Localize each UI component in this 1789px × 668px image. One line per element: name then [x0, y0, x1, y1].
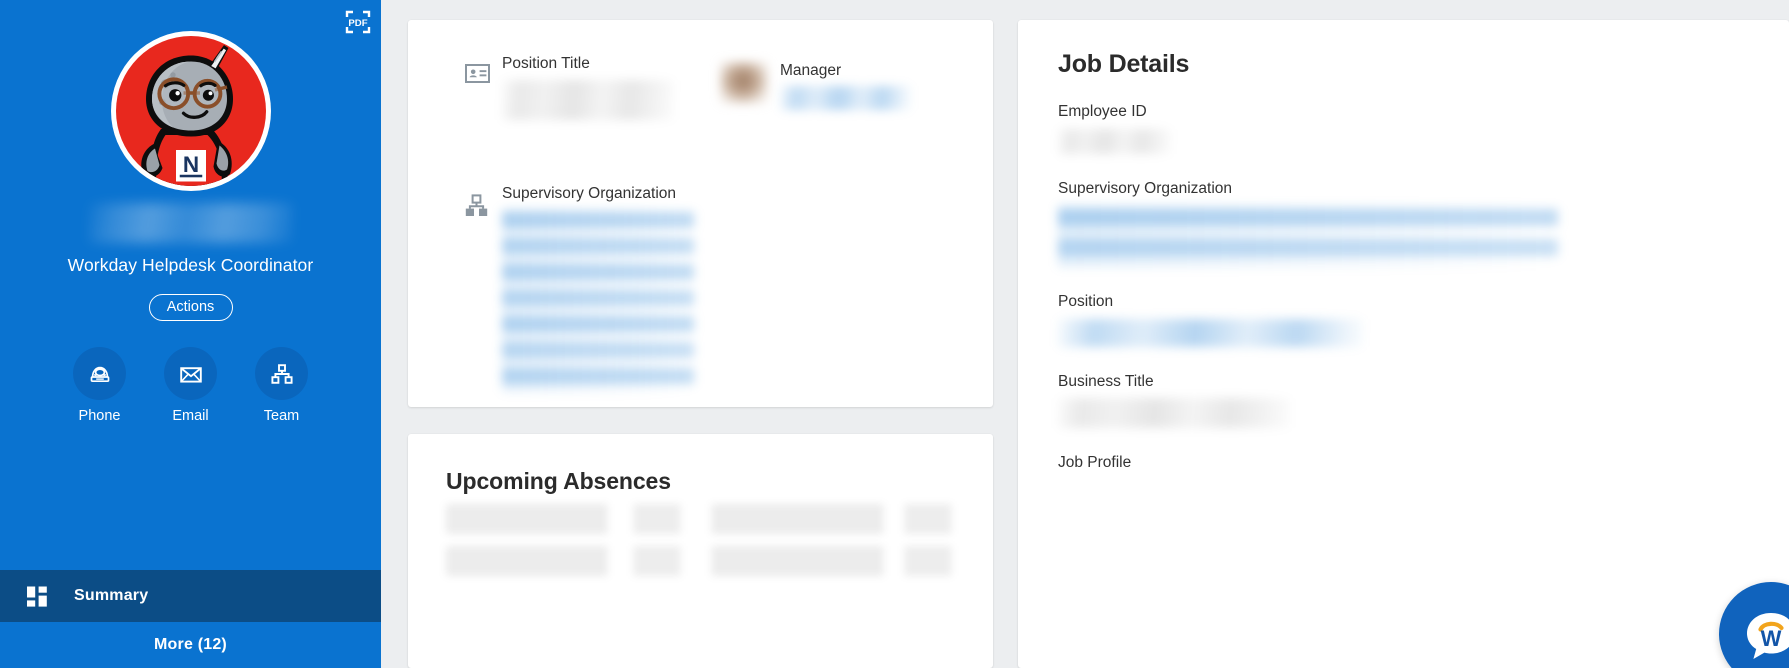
manager-label: Manager: [780, 62, 842, 79]
business-title-value: [1058, 398, 1290, 428]
quick-action-email-label: Email: [172, 408, 209, 424]
worker-job-title: Workday Helpdesk Coordinator: [67, 255, 314, 275]
summary-grid-icon: [0, 583, 74, 610]
manager-field: Manager: [720, 62, 911, 111]
job-details-job-profile: Job Profile: [1058, 455, 1789, 471]
phone-icon: [73, 347, 126, 400]
actions-button[interactable]: Actions: [148, 294, 233, 321]
job-details-business-title: Business Title: [1058, 372, 1789, 428]
supervisory-organization-field: Supervisory Organization: [438, 182, 967, 393]
upcoming-absences-list: [446, 504, 967, 576]
job-profile-label: Job Profile: [1058, 454, 1132, 471]
svg-text:PDF: PDF: [348, 18, 367, 29]
id-badge-icon: [438, 52, 502, 83]
svg-text:N: N: [182, 152, 198, 177]
profile-sidebar: PDF N Workday Helpdesk Coordinator Actio…: [0, 0, 381, 668]
job-details-supervisory-organization: Supervisory Organization: [1058, 179, 1789, 267]
sidebar-item-more-label: More (12): [154, 636, 227, 653]
business-title-label: Business Title: [1058, 372, 1154, 390]
left-column: Position Title Manager Supervisory Organ…: [408, 20, 993, 668]
worker-name: [88, 203, 293, 243]
quick-actions-group: Phone Email Team: [73, 347, 308, 424]
list-item[interactable]: [446, 546, 967, 576]
svg-text:W: W: [1761, 626, 1782, 651]
employee-id-label: Employee ID: [1058, 103, 1147, 120]
supervisory-organization-value[interactable]: [1058, 205, 1558, 267]
job-details-position: Position: [1058, 294, 1789, 347]
main-content: Position Title Manager Supervisory Organ…: [381, 0, 1789, 668]
workday-profile-page: PDF N Workday Helpdesk Coordinator Actio…: [0, 0, 1789, 668]
quick-action-team-label: Team: [263, 408, 300, 424]
supervisory-organization-label: Supervisory Organization: [502, 184, 677, 202]
pdf-export-icon[interactable]: PDF: [343, 7, 373, 37]
quick-action-team[interactable]: Team: [255, 347, 308, 424]
upcoming-absences-title: Upcoming Absences: [446, 468, 671, 494]
quick-action-phone[interactable]: Phone: [73, 347, 126, 424]
quick-action-phone-label: Phone: [78, 408, 121, 424]
supervisory-organization-body: Supervisory Organization: [502, 182, 967, 393]
right-column: Job Details Employee ID Supervisory Orga…: [1018, 20, 1789, 668]
position-label: Position: [1058, 293, 1114, 310]
supervisory-organization-value[interactable]: [502, 208, 694, 393]
quick-action-email[interactable]: Email: [164, 347, 217, 424]
employee-id-value: [1058, 128, 1171, 154]
sidebar-item-summary[interactable]: Summary: [0, 570, 381, 622]
sidebar-item-more[interactable]: More (12): [0, 622, 381, 668]
job-details-card: Job Details Employee ID Supervisory Orga…: [1018, 20, 1789, 668]
job-summary-card: Position Title Manager Supervisory Organ…: [408, 20, 993, 407]
manager-body: Manager: [780, 62, 911, 111]
sidebar-item-summary-label: Summary: [74, 587, 149, 604]
supervisory-organization-label: Supervisory Organization: [1058, 179, 1233, 197]
manager-value[interactable]: [780, 86, 911, 111]
envelope-icon: [164, 347, 217, 400]
upcoming-absences-card: Upcoming Absences: [408, 434, 993, 668]
position-value[interactable]: [1058, 318, 1363, 347]
org-chart-icon: [438, 182, 502, 217]
list-item[interactable]: [446, 504, 967, 534]
avatar[interactable]: N: [110, 31, 271, 191]
avatar-image: N: [115, 36, 266, 186]
manager-avatar: [720, 62, 768, 104]
job-details-employee-id: Employee ID: [1058, 104, 1789, 154]
org-chart-icon: [255, 347, 308, 400]
job-details-title: Job Details: [1058, 50, 1190, 78]
position-title-value: [502, 79, 674, 120]
